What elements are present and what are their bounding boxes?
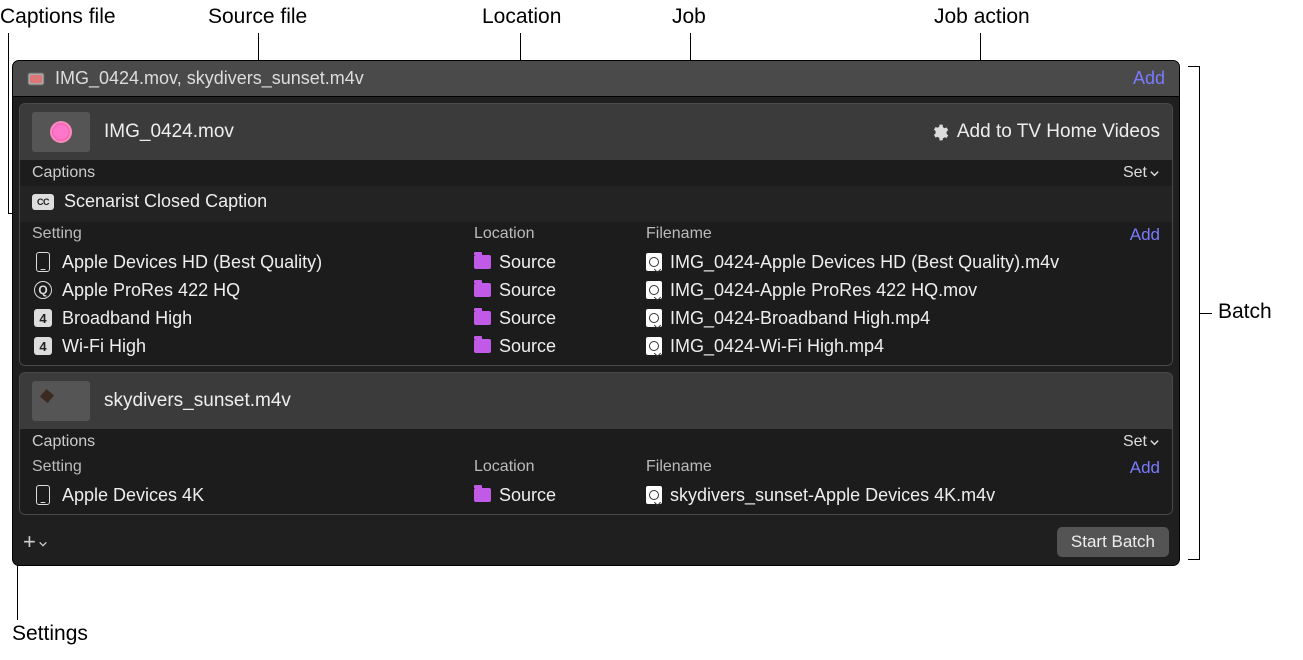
setting-name: Broadband High bbox=[62, 308, 192, 329]
batch-add-button[interactable]: Add bbox=[1133, 68, 1165, 89]
mp4-icon: 4 bbox=[32, 307, 54, 329]
filename-text: IMG_0424-Wi-Fi High.mp4 bbox=[670, 336, 884, 357]
annotation-settings: Settings bbox=[12, 622, 88, 646]
location-name: Source bbox=[499, 336, 556, 357]
col-filename: Filename bbox=[646, 225, 1130, 245]
filename-text: skydivers_sunset-Apple Devices 4K.m4v bbox=[670, 485, 995, 506]
folder-icon bbox=[474, 488, 491, 502]
batch-panel: IMG_0424.mov, skydivers_sunset.m4v Add I… bbox=[12, 60, 1180, 566]
setting-name: Apple ProRes 422 HQ bbox=[62, 280, 240, 301]
annotation-job: Job bbox=[672, 5, 706, 29]
captions-set-button[interactable]: Set bbox=[1123, 164, 1160, 182]
captions-file-row[interactable]: CC Scenarist Closed Caption bbox=[20, 186, 1172, 222]
settings-table-header: Setting Location Filename Add bbox=[20, 222, 1172, 248]
closed-caption-icon: CC bbox=[32, 194, 54, 210]
settings-row[interactable]: 4 Broadband High Source IMG_0424-Broadban… bbox=[20, 304, 1172, 332]
job-action[interactable]: Add to TV Home Videos bbox=[930, 121, 1160, 143]
annotation-location: Location bbox=[482, 5, 561, 29]
col-location: Location bbox=[474, 458, 646, 478]
chevron-down-icon bbox=[38, 539, 48, 549]
annotation-captions-file: Captions file bbox=[0, 5, 116, 29]
settings-add-button[interactable]: Add bbox=[1130, 225, 1160, 245]
job: IMG_0424.mov Add to TV Home Videos Capti… bbox=[19, 103, 1173, 366]
col-filename: Filename bbox=[646, 458, 1130, 478]
annotation-batch: Batch bbox=[1218, 300, 1272, 324]
folder-icon bbox=[474, 255, 491, 269]
add-menu-button[interactable]: + bbox=[23, 529, 48, 555]
settings-row[interactable]: 4 Wi-Fi High Source IMG_0424-Wi-Fi High.m… bbox=[20, 332, 1172, 365]
annotation-source-file: Source file bbox=[208, 5, 307, 29]
batch-title: IMG_0424.mov, skydivers_sunset.m4v bbox=[55, 68, 364, 89]
job-thumbnail bbox=[32, 112, 90, 152]
job-source-file: IMG_0424.mov bbox=[104, 121, 234, 143]
captions-set-button[interactable]: Set bbox=[1123, 433, 1160, 451]
settings-add-button[interactable]: Add bbox=[1130, 458, 1160, 478]
location-name: Source bbox=[499, 252, 556, 273]
chevron-down-icon bbox=[1149, 437, 1160, 448]
batch-header: IMG_0424.mov, skydivers_sunset.m4v Add bbox=[13, 61, 1179, 97]
annotation-job-action: Job action bbox=[934, 5, 1030, 29]
file-icon bbox=[646, 309, 662, 327]
settings-row[interactable]: Q Apple ProRes 422 HQ Source IMG_0424-App… bbox=[20, 276, 1172, 304]
location-name: Source bbox=[499, 280, 556, 301]
setting-name: Apple Devices 4K bbox=[62, 485, 204, 506]
setting-name: Apple Devices HD (Best Quality) bbox=[62, 252, 322, 273]
col-setting: Setting bbox=[32, 458, 474, 478]
col-setting: Setting bbox=[32, 225, 474, 245]
device-icon bbox=[32, 251, 54, 273]
panel-footer: + Start Batch bbox=[13, 521, 1179, 565]
filename-text: IMG_0424-Apple Devices HD (Best Quality)… bbox=[670, 252, 1059, 273]
folder-icon bbox=[474, 283, 491, 297]
captions-bar: Captions Set bbox=[20, 429, 1172, 455]
settings-table-header: Setting Location Filename Add bbox=[20, 455, 1172, 481]
captions-file-name: Scenarist Closed Caption bbox=[64, 191, 267, 212]
job-header[interactable]: IMG_0424.mov Add to TV Home Videos bbox=[20, 104, 1172, 160]
job-action-label: Add to TV Home Videos bbox=[957, 121, 1160, 143]
captions-bar: Captions Set bbox=[20, 160, 1172, 186]
start-batch-button[interactable]: Start Batch bbox=[1057, 527, 1169, 557]
folder-icon bbox=[474, 339, 491, 353]
file-icon bbox=[646, 281, 662, 299]
folder-icon bbox=[474, 311, 491, 325]
gear-icon bbox=[930, 123, 949, 142]
chevron-down-icon bbox=[1149, 168, 1160, 179]
file-icon bbox=[646, 337, 662, 355]
captions-label: Captions bbox=[32, 433, 95, 451]
job-thumbnail bbox=[32, 381, 90, 421]
job-header[interactable]: skydivers_sunset.m4v bbox=[20, 373, 1172, 429]
batch-icon bbox=[27, 70, 45, 88]
location-name: Source bbox=[499, 485, 556, 506]
settings-row[interactable]: Apple Devices HD (Best Quality) Source I… bbox=[20, 248, 1172, 276]
device-icon bbox=[32, 484, 54, 506]
prores-icon: Q bbox=[32, 279, 54, 301]
file-icon bbox=[646, 486, 662, 504]
mp4-icon: 4 bbox=[32, 335, 54, 357]
file-icon bbox=[646, 253, 662, 271]
col-location: Location bbox=[474, 225, 646, 245]
location-name: Source bbox=[499, 308, 556, 329]
job-source-file: skydivers_sunset.m4v bbox=[104, 390, 291, 412]
filename-text: IMG_0424-Broadband High.mp4 bbox=[670, 308, 930, 329]
filename-text: IMG_0424-Apple ProRes 422 HQ.mov bbox=[670, 280, 977, 301]
plus-icon: + bbox=[23, 529, 36, 555]
captions-label: Captions bbox=[32, 164, 95, 182]
setting-name: Wi-Fi High bbox=[62, 336, 146, 357]
job: skydivers_sunset.m4v Captions Set Settin… bbox=[19, 372, 1173, 515]
settings-row[interactable]: Apple Devices 4K Source skydivers_sunset… bbox=[20, 481, 1172, 514]
